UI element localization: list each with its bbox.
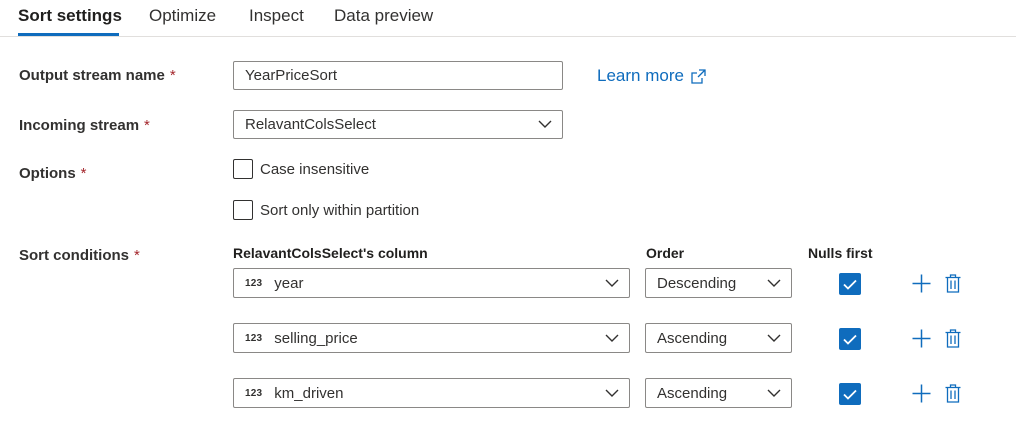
- plus-icon: [912, 329, 931, 348]
- chevron-down-icon: [538, 120, 552, 128]
- sort-order-dropdown[interactable]: Ascending: [645, 378, 792, 408]
- incoming-stream-label-text: Incoming stream: [19, 117, 140, 134]
- plus-icon: [912, 384, 931, 403]
- sort-conditions-label-text: Sort conditions: [19, 247, 129, 264]
- sort-order-dropdown[interactable]: Ascending: [645, 323, 792, 353]
- chevron-down-icon: [767, 389, 781, 397]
- chevron-down-icon: [605, 279, 619, 287]
- required-marker: *: [169, 67, 176, 84]
- add-condition-button[interactable]: [911, 383, 932, 404]
- sort-order-value: Ascending: [657, 384, 728, 402]
- checkmark-icon: [843, 389, 857, 400]
- incoming-stream-label: Incoming stream *: [19, 117, 150, 134]
- tab-sort-settings[interactable]: Sort settings: [18, 6, 122, 26]
- sort-order-value: Ascending: [657, 329, 728, 347]
- sort-order-value: Descending: [657, 274, 737, 292]
- nulls-first-header: Nulls first: [808, 245, 873, 261]
- sort-column-dropdown[interactable]: 123 km_driven: [233, 378, 630, 408]
- output-stream-label: Output stream name *: [19, 67, 176, 84]
- plus-icon: [912, 274, 931, 293]
- checkmark-icon: [843, 279, 857, 290]
- chevron-down-icon: [767, 334, 781, 342]
- order-header: Order: [646, 245, 685, 261]
- sort-order-dropdown[interactable]: Descending: [645, 268, 792, 298]
- required-marker: *: [80, 165, 87, 182]
- tab-data-preview[interactable]: Data preview: [334, 6, 433, 26]
- sort-column-dropdown[interactable]: 123 selling_price: [233, 323, 630, 353]
- nulls-first-checkbox[interactable]: [839, 383, 861, 405]
- sort-conditions-label: Sort conditions *: [19, 247, 140, 264]
- checkmark-icon: [843, 334, 857, 345]
- output-stream-name-input[interactable]: YearPriceSort: [233, 61, 563, 90]
- external-link-icon: [691, 68, 706, 84]
- numeric-type-badge: 123: [245, 387, 263, 399]
- trash-icon: [945, 329, 961, 348]
- nulls-first-checkbox[interactable]: [839, 273, 861, 295]
- learn-more-link[interactable]: Learn more: [597, 66, 706, 86]
- sort-column-value: km_driven: [274, 384, 344, 402]
- tab-bar: Sort settings Optimize Inspect Data prev…: [0, 0, 1016, 37]
- checkbox-box[interactable]: [233, 200, 253, 220]
- tab-optimize[interactable]: Optimize: [149, 6, 216, 26]
- output-stream-label-text: Output stream name: [19, 67, 165, 84]
- delete-condition-button[interactable]: [943, 328, 963, 349]
- chevron-down-icon: [605, 334, 619, 342]
- nulls-first-checkbox[interactable]: [839, 328, 861, 350]
- numeric-type-badge: 123: [245, 332, 263, 344]
- tab-inspect[interactable]: Inspect: [249, 6, 304, 26]
- delete-condition-button[interactable]: [943, 383, 963, 404]
- sort-within-partition-checkbox[interactable]: Sort only within partition: [233, 200, 419, 220]
- chevron-down-icon: [605, 389, 619, 397]
- learn-more-label: Learn more: [597, 66, 684, 85]
- trash-icon: [945, 274, 961, 293]
- sort-column-dropdown[interactable]: 123 year: [233, 268, 630, 298]
- checkbox-box[interactable]: [233, 159, 253, 179]
- add-condition-button[interactable]: [911, 328, 932, 349]
- incoming-stream-dropdown[interactable]: RelavantColsSelect: [233, 110, 563, 139]
- output-stream-name-value: YearPriceSort: [245, 67, 337, 84]
- active-tab-indicator: [18, 33, 119, 36]
- options-label-text: Options: [19, 165, 76, 182]
- numeric-type-badge: 123: [245, 277, 263, 289]
- delete-condition-button[interactable]: [943, 273, 963, 294]
- chevron-down-icon: [767, 279, 781, 287]
- sort-within-partition-label: Sort only within partition: [260, 201, 420, 219]
- case-insensitive-checkbox[interactable]: Case insensitive: [233, 159, 369, 179]
- required-marker: *: [134, 247, 140, 264]
- sort-column-value: selling_price: [274, 329, 358, 347]
- case-insensitive-label: Case insensitive: [260, 160, 370, 178]
- trash-icon: [945, 384, 961, 403]
- sort-column-value: year: [274, 274, 304, 292]
- required-marker: *: [144, 117, 150, 134]
- incoming-stream-value: RelavantColsSelect: [245, 116, 376, 133]
- add-condition-button[interactable]: [911, 273, 932, 294]
- column-header: RelavantColsSelect's column: [233, 245, 428, 261]
- options-label: Options *: [19, 165, 87, 182]
